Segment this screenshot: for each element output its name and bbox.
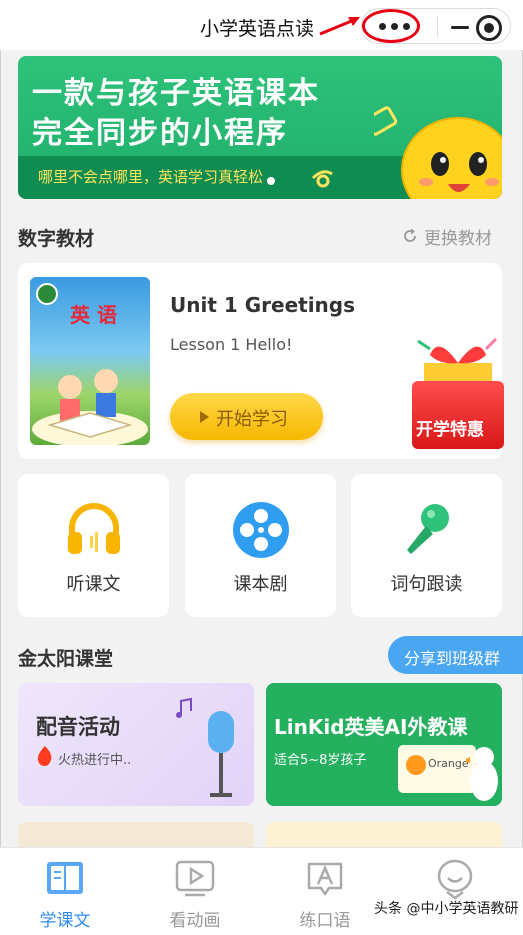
feature-label: 词句跟读 (390, 574, 463, 595)
cover-title: 英 语 (70, 303, 117, 327)
top-nav-bar: 小学英语点读 (0, 0, 523, 50)
start-learning-button[interactable]: 开始学习 (170, 393, 323, 440)
video-play-icon (175, 860, 215, 897)
tab-label: 看动画 (169, 911, 221, 931)
textbook-card[interactable]: 英 语 Unit 1 Greetings Lesson 1 Hello! 开始学… (18, 263, 504, 459)
textbook-cover[interactable]: 英 语 (30, 277, 150, 445)
new-term-offer-badge[interactable]: 开学特惠 (410, 335, 506, 455)
minimize-button[interactable] (446, 15, 476, 39)
flashcard-word: Orange (428, 757, 469, 770)
tab-watch-animation[interactable]: 看动画 (130, 848, 260, 935)
tab-label: 学课文 (39, 911, 91, 931)
microphone-stand-icon (208, 711, 234, 797)
start-learning-label: 开始学习 (216, 409, 288, 430)
promo-subtitle: 火热进行中.. (58, 753, 132, 768)
feature-listen-text[interactable]: 听课文 (18, 474, 169, 617)
banner-subtitle: 哪里不会点哪里，英语学习真轻松 (38, 168, 264, 186)
tab-practice-speaking[interactable]: 练口语 (260, 848, 390, 935)
cover-illustration (32, 369, 148, 445)
hot-flame-icon (37, 746, 52, 766)
section-title-digital: 数字教材 (18, 228, 95, 250)
watermark: 头条 @中小学英语教研 (374, 901, 519, 917)
music-note-icon (176, 697, 192, 718)
annotation-circle (362, 9, 420, 43)
feature-label: 课本剧 (233, 574, 288, 595)
refresh-icon (404, 228, 416, 242)
promo-linkid-ai-course[interactable]: LinKid英美AI外教课 适合5~8岁孩子 Orange (266, 683, 502, 806)
promo-dubbing-activity[interactable]: 配音活动 火热进行中.. (18, 683, 254, 806)
promo-banner[interactable]: 一款与孩子英语课本 完全同步的小程序 哪里不会点哪里，英语学习真轻松 (18, 56, 502, 199)
change-textbook-link[interactable]: 更换教材 (402, 224, 492, 249)
avatar-icon (437, 859, 473, 900)
promo-title: 配音活动 (36, 715, 120, 739)
feature-label: 听课文 (66, 574, 121, 595)
film-reel-icon (233, 502, 289, 558)
speech-a-icon (307, 862, 343, 896)
page-title: 小学英语点读 (200, 18, 315, 40)
headphones-icon (68, 503, 120, 554)
promo-title: LinKid英美AI外教课 (274, 715, 468, 739)
tab-learn-text[interactable]: 学课文 (0, 848, 130, 935)
share-to-class-button[interactable]: 分享到班级群 (388, 636, 523, 674)
tab-profile[interactable] (390, 848, 520, 935)
mascot-icon (374, 106, 502, 199)
capsule-divider (437, 17, 438, 37)
microphone-icon (407, 504, 449, 554)
feature-textbook-drama[interactable]: 课本剧 (185, 474, 336, 617)
lesson-title: Lesson 1 Hello! (170, 335, 293, 354)
banner-headline-1: 一款与孩子英语课本 (32, 76, 320, 111)
section-title-classroom: 金太阳课堂 (18, 648, 114, 670)
gift-label: 开学特惠 (416, 420, 484, 440)
publisher-logo-icon (36, 283, 58, 305)
bird-mascot-icon (466, 747, 498, 801)
flashcard: Orange (398, 745, 476, 793)
bottom-tab-bar: 学课文 看动画 练口语 (0, 847, 523, 935)
banner-pager-dot (267, 177, 275, 185)
whistle-icon (311, 170, 333, 188)
close-miniprogram-button[interactable] (476, 15, 502, 41)
unit-title: Unit 1 Greetings (170, 293, 356, 317)
share-label: 分享到班级群 (404, 649, 501, 668)
promo-subtitle: 适合5~8岁孩子 (274, 753, 367, 768)
annotation-arrow-icon (319, 17, 360, 36)
feature-read-along[interactable]: 词句跟读 (351, 474, 502, 617)
book-icon (47, 862, 83, 894)
orange-icon (406, 755, 426, 775)
play-icon (200, 411, 209, 423)
change-textbook-label: 更换教材 (424, 229, 492, 249)
banner-headline-2: 完全同步的小程序 (32, 116, 288, 151)
tab-label: 练口语 (299, 911, 351, 931)
